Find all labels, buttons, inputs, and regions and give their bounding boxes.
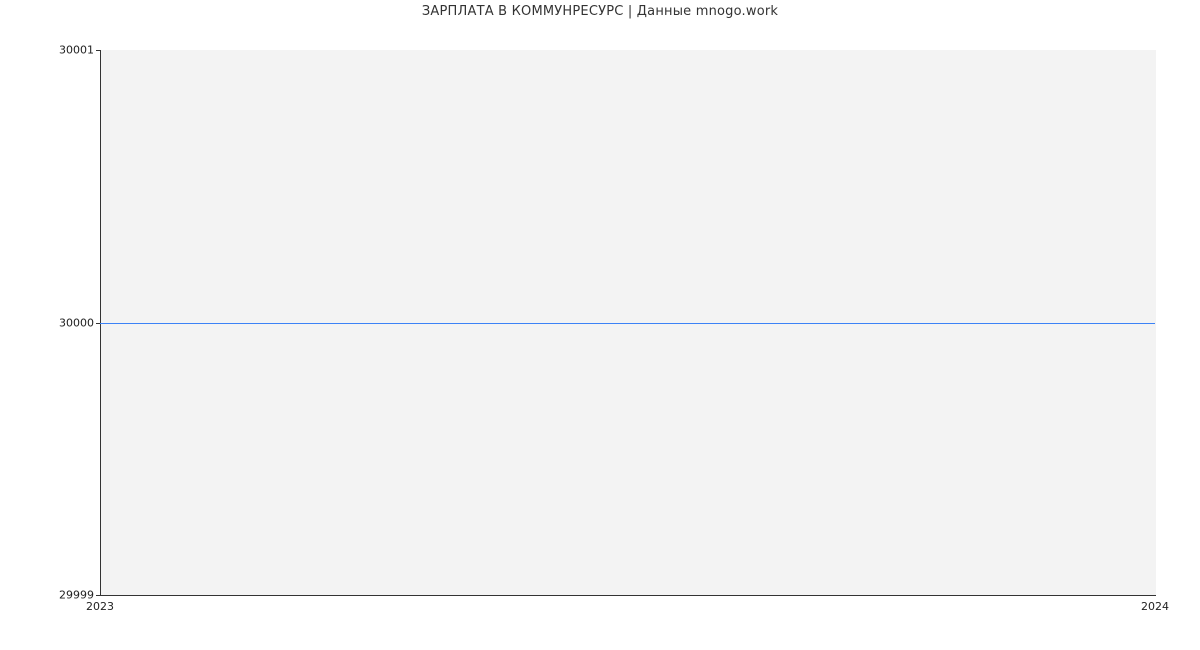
ytick-label-mid: 30000 <box>59 316 94 329</box>
series-line-salary <box>100 323 1155 324</box>
ytick-low <box>96 595 100 596</box>
xtick-label-left: 2023 <box>86 600 114 613</box>
xtick-label-right: 2024 <box>1141 600 1169 613</box>
ytick-high <box>96 50 100 51</box>
chart-container: ЗАРПЛАТА В КОММУНРЕСУРС | Данные mnogo.w… <box>0 0 1200 650</box>
ytick-label-high: 30001 <box>59 44 94 57</box>
chart-title: ЗАРПЛАТА В КОММУНРЕСУРС | Данные mnogo.w… <box>0 4 1200 19</box>
